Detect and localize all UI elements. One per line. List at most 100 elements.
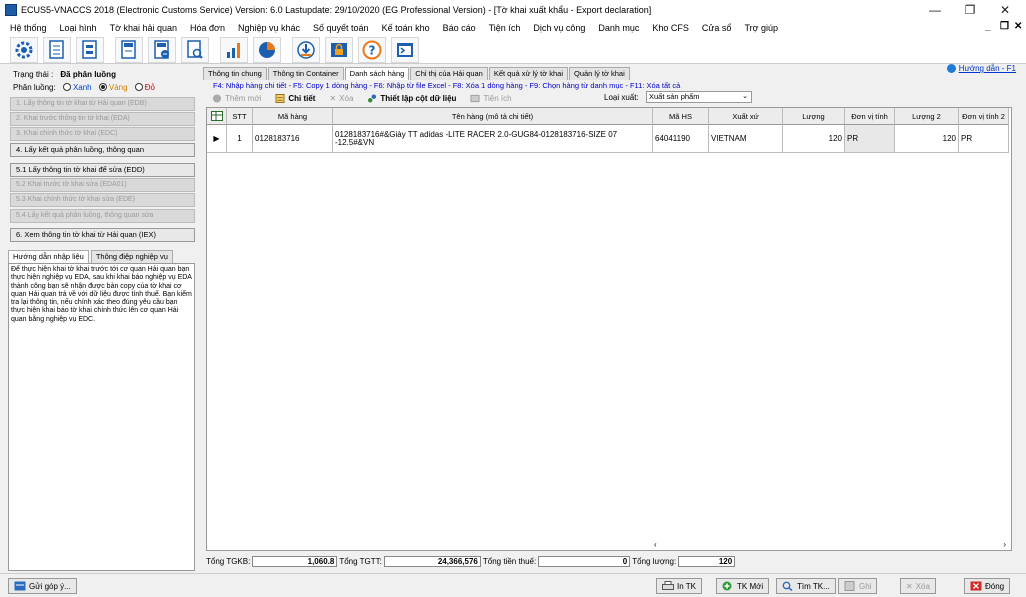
step-4-button[interactable]: 4. Lấy kết quả phân luồng, thông quan [10,143,195,157]
utility-label: Tiện ích [483,93,512,103]
menu-bao-cao[interactable]: Báo cáo [443,23,476,33]
luong-total-value: 120 [678,555,736,567]
delete-row-button[interactable]: ✕ Xóa [329,94,353,103]
col-stt[interactable]: STT [227,108,253,125]
lane-vang-label: Vàng [108,83,128,92]
lane-label: Phân luồng: [13,83,56,92]
radio-vang[interactable] [98,83,107,91]
close-red-icon [970,581,982,591]
eda-icon[interactable] [115,36,143,63]
tab-ket-qua-xu-ly[interactable]: Kết quả xử lý tờ khai [488,67,568,80]
menu-cua-so[interactable]: Cửa sổ [702,23,732,33]
tab-danh-sach-hang[interactable]: Danh sách hàng [344,67,410,80]
step-6-button[interactable]: 6. Xem thông tin tờ khai từ Hải quan (IE… [10,228,195,242]
tab-quan-ly-to-khai[interactable]: Quản lý tờ khai [568,67,630,80]
radio-xanh[interactable] [62,83,71,91]
table-row-dvt-2[interactable]: PR [959,125,1009,153]
radio-do[interactable] [134,83,143,91]
mdi-minimize-button[interactable]: _ [985,21,991,32]
doc-list-icon[interactable] [76,36,104,63]
menu-loai-hinh[interactable]: Loại hình [60,23,97,33]
col-xuat-xu[interactable]: Xuất xứ [709,108,783,125]
col-ma-hs[interactable]: Mã HS [653,108,709,125]
terminal-icon[interactable] [391,36,419,63]
lock-icon[interactable] [325,36,353,63]
save-button[interactable]: Ghi [838,578,878,594]
col-don-vi-tinh-2[interactable]: Đơn vị tính 2 [959,108,1009,125]
menu-kho-cfs[interactable]: Kho CFS [652,23,689,33]
table-row-xuat-xu[interactable]: VIETNAM [709,125,783,153]
mdi-close-button[interactable]: ✕ [1014,21,1022,32]
tab-thong-tin-chung[interactable]: Thông tin chung [203,67,267,80]
add-row-button[interactable]: Thêm mới [212,94,261,103]
download-icon[interactable] [292,36,320,63]
svg-text:?: ? [369,43,376,57]
print-button[interactable]: In TK [656,578,702,594]
lane-xanh-label: Xanh [72,83,92,92]
scroll-right-icon[interactable]: › [1003,540,1006,549]
table-row-dvt[interactable]: PR [845,125,895,153]
tgtt-label: Tổng TGTT: [339,556,382,566]
eda-minus-icon[interactable] [148,36,176,63]
menu-so-quyet-toan[interactable]: Số quyết toán [313,23,369,33]
help-link-text: Hướng dẫn - F1 [958,64,1016,73]
help-link[interactable]: Hướng dẫn - F1 [946,64,1016,73]
menu-nghiep-vu-khac[interactable]: Nghiệp vụ khác [238,23,300,33]
col-don-vi-tinh[interactable]: Đơn vị tính [845,108,895,125]
mdi-restore-button[interactable]: ❐ [1000,21,1009,32]
search-doc-icon[interactable] [181,36,209,63]
row-selector[interactable]: ▶ [207,125,227,153]
doc-icon[interactable] [43,36,71,63]
tab-thong-tin-container[interactable]: Thông tin Container [267,67,344,80]
table-row-ma-hs[interactable]: 64041190 [653,125,709,153]
table-row-ma-hang[interactable]: 0128183716 [253,125,333,153]
grid-corner[interactable] [207,108,227,125]
step-5-4-button[interactable]: 5.4 Lấy kết quả phân luồng, thông quan s… [10,209,195,223]
delete-declaration-button[interactable]: ✕ Xóa [900,578,936,594]
detail-button[interactable]: Chi tiết [275,93,315,103]
feedback-button[interactable]: Gửi góp ý... [8,578,77,594]
table-row-luong-2[interactable]: 120 [895,125,959,153]
maximize-button[interactable]: ❐ [955,2,985,18]
plus-circle-icon [722,581,732,591]
tab-huong-dan[interactable]: Hướng dẫn nhập liệu [8,250,89,263]
menu-hoa-don[interactable]: Hóa đơn [190,23,225,33]
step-5-2-button[interactable]: 5.2 Khai trước tờ khai sửa (EDA01) [10,178,195,192]
scroll-left-icon[interactable]: ‹ [654,540,657,549]
menu-dich-vu-cong[interactable]: Dịch vụ công [533,23,585,33]
loai-xuat-select[interactable]: Xuất sản phẩm ⌄ [646,91,752,103]
col-ten-hang[interactable]: Tên hàng (mô tả chi tiết) [333,108,653,125]
pie-chart-icon[interactable] [253,36,281,63]
col-ma-hang[interactable]: Mã hàng [253,108,333,125]
gear-icon[interactable] [10,36,38,63]
step-3-button[interactable]: 3. Khai chính thức tờ khai (EDC) [10,127,195,141]
menu-tro-giup[interactable]: Trợ giúp [744,23,778,33]
menu-tien-ich[interactable]: Tiện ích [489,23,521,33]
find-declaration-button[interactable]: Tìm TK... [776,578,836,594]
close-form-button[interactable]: Đóng [964,578,1011,594]
tab-chi-thi-hai-quan[interactable]: Chỉ thị của Hải quan [410,67,488,80]
menu-ke-toan-kho[interactable]: Kế toán kho [382,23,430,33]
bar-chart-icon[interactable] [220,36,248,63]
new-declaration-button[interactable]: TK Mới [716,578,770,594]
step-1-button[interactable]: 1. Lấy thông tin tờ khai từ Hải quan (ED… [10,97,195,111]
menu-to-khai-hai-quan[interactable]: Tờ khai hải quan [110,23,177,33]
step-5-3-button[interactable]: 5.3 Khai chính thức tờ khai sửa (EDE) [10,193,195,207]
table-row-stt[interactable]: 1 [227,125,253,153]
table-row-ten-hang[interactable]: 0128183716#&Giày TT adidas -LITE RACER 2… [333,125,653,153]
step-5-1-button[interactable]: 5.1 Lấy thông tin tờ khai để sửa (EDD) [10,163,195,177]
utility-button[interactable]: Tiện ích [470,93,512,103]
column-setup-button[interactable]: Thiết lập cột dữ liệu [367,94,456,103]
tab-thong-diep[interactable]: Thông điệp nghiệp vụ [90,250,173,263]
help-icon[interactable]: ? [358,36,386,63]
step-2-button[interactable]: 2. Khai trước thông tin tờ khai (EDA) [10,112,195,126]
horizontal-scrollbar[interactable]: ‹ › [650,540,1010,550]
close-window-button[interactable]: ✕ [990,2,1020,18]
menu-he-thong[interactable]: Hệ thống [10,23,47,33]
app-icon [5,4,17,16]
minimize-button[interactable]: — [920,2,950,18]
col-luong[interactable]: Lượng [783,108,845,125]
table-row-luong[interactable]: 120 [783,125,845,153]
menu-danh-muc[interactable]: Danh mục [598,23,639,33]
col-luong-2[interactable]: Lượng 2 [895,108,959,125]
